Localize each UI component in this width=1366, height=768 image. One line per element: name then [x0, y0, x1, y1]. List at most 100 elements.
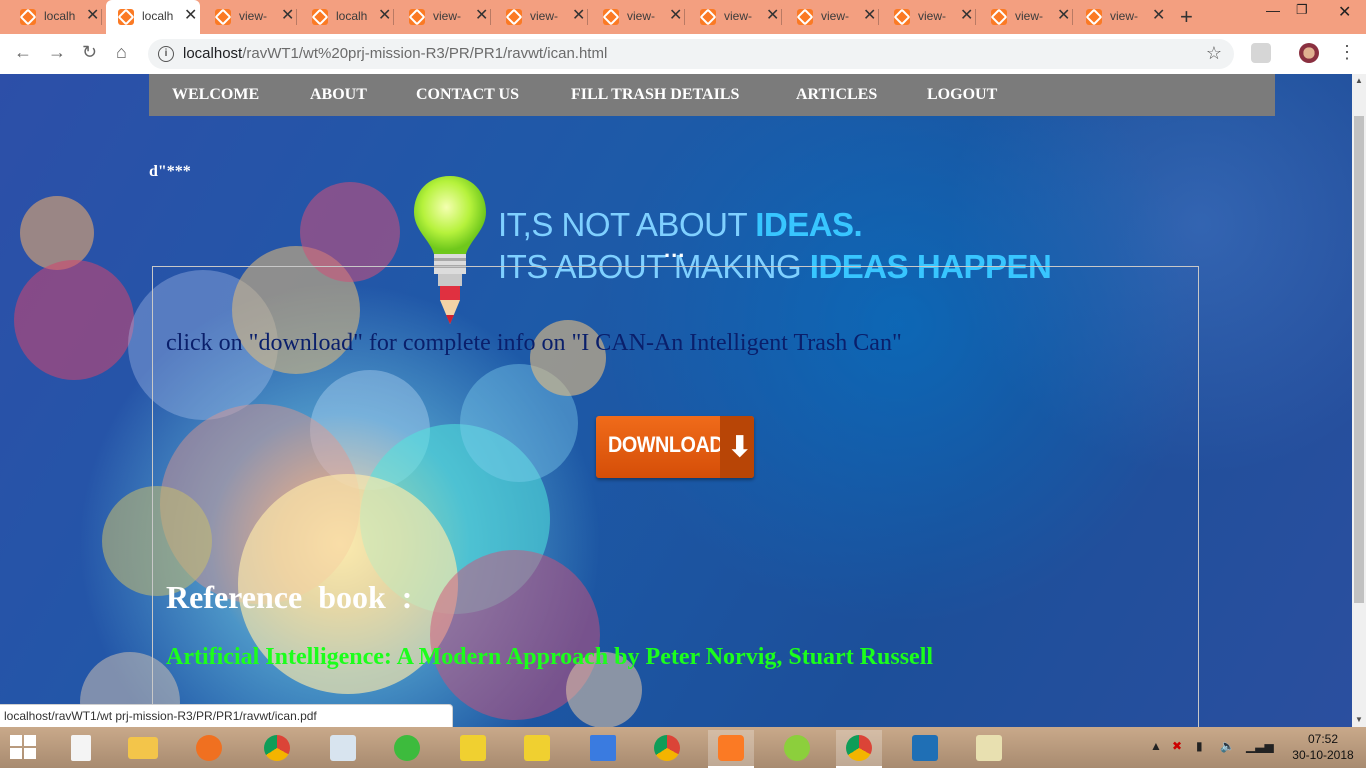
uc-browser-icon[interactable] — [186, 730, 232, 766]
monitor-app-icon[interactable] — [320, 730, 366, 766]
tab-close-icon[interactable]: ✕ — [1057, 7, 1070, 25]
maximize-button[interactable]: ❐ — [1296, 2, 1308, 18]
tray-expand-icon[interactable]: ▲ — [1150, 739, 1162, 753]
status-url: localhost/ravWT1/wt prj-mission-R3/PR/PR… — [4, 709, 317, 723]
url-text[interactable]: localhost/ravWT1/wt%20prj-mission-R3/PR/… — [183, 45, 607, 62]
network-warning-icon[interactable]: ✖ — [1172, 739, 1182, 753]
scroll-down-arrow-icon[interactable]: ▼ — [1352, 713, 1366, 727]
photos-icon[interactable] — [902, 730, 948, 766]
banner-dots: ... — [664, 237, 686, 262]
nav-link-about[interactable]: ABOUT — [310, 86, 367, 104]
nav-link-logout[interactable]: LOGOUT — [927, 86, 997, 104]
xampp-favicon-icon — [700, 9, 716, 25]
nav-link-contact-us[interactable]: CONTACT US — [416, 86, 519, 104]
system-clock[interactable]: 07:52 30-10-2018 — [1288, 731, 1358, 763]
tab-close-icon[interactable]: ✕ — [669, 7, 682, 25]
site-info-icon[interactable]: i — [158, 46, 174, 62]
clock-date: 30-10-2018 — [1292, 748, 1354, 762]
labview-17-icon[interactable] — [450, 730, 496, 766]
tab-close-icon[interactable]: ✕ — [1152, 7, 1165, 25]
tab-close-icon[interactable]: ✕ — [960, 7, 973, 25]
battery-icon[interactable]: ▮ — [1196, 739, 1203, 753]
reload-icon[interactable]: ↻ — [82, 42, 97, 63]
signal-icon[interactable]: ▁▃▅ — [1246, 739, 1274, 753]
xampp-favicon-icon — [894, 9, 910, 25]
tab-title: view- — [530, 9, 559, 23]
browser-tab[interactable]: localh ✕ — [8, 0, 102, 34]
chrome-icon[interactable] — [644, 730, 690, 766]
browser-tab[interactable]: view- ✕ — [203, 0, 297, 34]
extension-icon[interactable] — [1251, 43, 1271, 63]
xampp-favicon-icon — [797, 9, 813, 25]
xampp-favicon-icon — [603, 9, 619, 25]
tab-close-icon[interactable]: ✕ — [86, 7, 99, 25]
page-scrollbar[interactable]: ▲ ▼ — [1352, 74, 1366, 727]
tab-title: view- — [1015, 9, 1044, 23]
forward-icon[interactable]: → — [48, 42, 66, 63]
browser-tab[interactable]: localh ✕ — [300, 0, 394, 34]
download-arrow-icon: ⬇ — [728, 431, 752, 462]
nav-link-articles[interactable]: ARTICLES — [796, 86, 877, 104]
scroll-thumb[interactable] — [1354, 116, 1364, 603]
nav-link-fill-trash-details[interactable]: FILL TRASH DETAILS — [571, 86, 739, 104]
browser-tab[interactable]: view- ✕ — [591, 0, 685, 34]
tab-title: view- — [918, 9, 947, 23]
xampp-favicon-icon — [312, 9, 328, 25]
window-close-button[interactable]: ✕ — [1338, 2, 1351, 22]
address-bar[interactable]: i localhost/ravWT1/wt%20prj-mission-R3/P… — [148, 39, 1234, 69]
menu-kebab-icon[interactable]: ⋮ — [1338, 42, 1356, 63]
drive-app-icon[interactable] — [774, 730, 820, 766]
browser-tab[interactable]: view- ✕ — [1074, 0, 1168, 34]
tab-close-icon[interactable]: ✕ — [378, 7, 391, 25]
xilinx-icon[interactable] — [580, 730, 626, 766]
reference-book-title: Artificial Intelligence: A Modern Approa… — [166, 644, 934, 670]
new-tab-button[interactable]: + — [1180, 4, 1193, 30]
browser-tab[interactable]: view- ✕ — [882, 0, 976, 34]
xampp-favicon-icon — [409, 9, 425, 25]
tab-title: view- — [1110, 9, 1139, 23]
tab-title: view- — [627, 9, 656, 23]
minimize-button[interactable]: — — [1266, 2, 1280, 18]
browser-tab[interactable]: view- ✕ — [688, 0, 782, 34]
page-viewport: WELCOME ABOUT CONTACT US FILL TRASH DETA… — [0, 74, 1352, 727]
chrome-icon[interactable] — [254, 730, 300, 766]
link-status-bar: localhost/ravWT1/wt prj-mission-R3/PR/PR… — [0, 704, 453, 727]
tab-title: localh — [142, 9, 174, 23]
xampp-icon[interactable] — [708, 730, 754, 768]
download-button[interactable]: DOWNLOAD ⬇ — [596, 416, 754, 478]
tab-close-icon[interactable]: ✕ — [281, 7, 294, 25]
tab-close-icon[interactable]: ✕ — [572, 7, 585, 25]
tab-close-icon[interactable]: ✕ — [475, 7, 488, 25]
clock-time: 07:52 — [1307, 732, 1339, 746]
file-icon[interactable] — [58, 730, 104, 766]
browser-toolbar: ← → ↻ ⌂ i localhost/ravWT1/wt%20prj-miss… — [0, 34, 1366, 75]
nav-link-welcome[interactable]: WELCOME — [172, 86, 259, 104]
tab-title: localh — [44, 9, 76, 23]
xampp-favicon-icon — [215, 9, 231, 25]
sync-app-icon[interactable] — [384, 730, 430, 766]
browser-tab[interactable]: view- ✕ — [397, 0, 491, 34]
back-icon[interactable]: ← — [14, 42, 32, 63]
file-explorer-icon[interactable] — [120, 730, 166, 766]
tab-close-icon[interactable]: ✕ — [863, 7, 876, 25]
tab-close-icon[interactable]: ✕ — [766, 7, 779, 25]
windows-taskbar: ▲ ✖ ▮ 🔈 ▁▃▅ 07:52 30-10-2018 — [0, 727, 1366, 768]
browser-tab[interactable]: view- ✕ — [785, 0, 879, 34]
windows-start-icon[interactable] — [10, 735, 38, 761]
reference-heading: Reference book : — [166, 579, 413, 615]
paint-icon[interactable] — [966, 730, 1012, 766]
bokeh-circle — [20, 196, 94, 270]
browser-tab[interactable]: view- ✕ — [494, 0, 588, 34]
browser-tab[interactable]: view- ✕ — [979, 0, 1073, 34]
download-instruction-text: click on "download" for complete info on… — [166, 330, 902, 356]
volume-icon[interactable]: 🔈 — [1220, 739, 1235, 753]
bookmark-star-icon[interactable]: ☆ — [1206, 43, 1222, 64]
home-icon[interactable]: ⌂ — [116, 42, 127, 63]
browser-tab-active[interactable]: localh ✕ — [106, 0, 200, 34]
chrome-icon-active[interactable] — [836, 730, 882, 768]
labview-18-icon[interactable] — [514, 730, 560, 766]
profile-avatar[interactable] — [1299, 43, 1319, 63]
tab-close-icon[interactable]: ✕ — [184, 7, 197, 25]
scroll-up-arrow-icon[interactable]: ▲ — [1352, 74, 1366, 88]
stray-text: d"*** — [149, 163, 191, 180]
